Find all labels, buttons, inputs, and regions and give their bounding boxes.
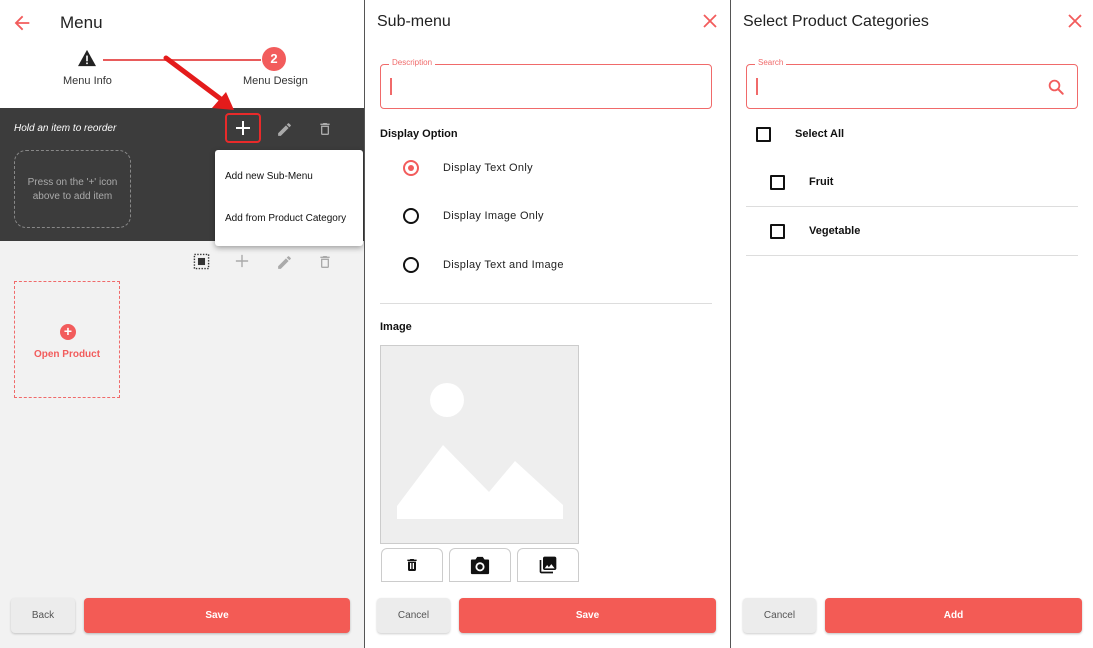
radio-selected-icon (403, 160, 419, 176)
add-button[interactable]: Add (825, 598, 1082, 633)
edit-button[interactable] (273, 118, 295, 140)
save-button[interactable]: Save (84, 598, 350, 633)
page-title: Sub-menu (377, 13, 451, 30)
close-icon[interactable] (1067, 13, 1083, 29)
search-icon[interactable] (1047, 78, 1065, 96)
step-2-badge[interactable]: 2 (262, 47, 286, 71)
checkbox-icon (756, 126, 771, 142)
pencil-icon (277, 255, 291, 269)
back-arrow-icon[interactable] (11, 12, 33, 34)
list-divider (746, 255, 1078, 256)
trash-icon (407, 559, 417, 571)
page-title: Menu (60, 13, 103, 32)
delete-image-button[interactable] (381, 548, 443, 582)
trash-icon (320, 256, 330, 268)
open-product-tile[interactable]: + Open Product (14, 281, 120, 398)
description-label: Description (389, 58, 436, 67)
category-label: Fruit (809, 176, 834, 188)
image-preview (380, 345, 579, 544)
categories-screen: Select Product Categories Search Select … (731, 0, 1093, 648)
radio-display-text-and-image[interactable]: Display Text and Image (403, 255, 564, 275)
step-label-menu-info: Menu Info (63, 75, 112, 87)
camera-icon (470, 556, 490, 575)
step-label-menu-design: Menu Design (243, 75, 308, 87)
save-button[interactable]: Save (459, 598, 716, 633)
radio-display-text-only[interactable]: Display Text Only (403, 158, 533, 178)
close-icon[interactable] (702, 13, 718, 29)
radio-label: Display Image Only (443, 210, 544, 222)
plus-icon (236, 121, 250, 135)
photo-library-icon (539, 556, 557, 574)
text-cursor (390, 78, 392, 95)
select-all-icon (193, 253, 209, 269)
open-product-label: Open Product (33, 349, 101, 360)
radio-label: Display Text Only (443, 162, 533, 174)
radio-label: Display Text and Image (443, 259, 564, 271)
annotation-arrow-icon (163, 55, 234, 110)
gallery-button[interactable] (517, 548, 579, 582)
submenu-screen: Sub-menu Description Display Option Disp… (365, 0, 729, 648)
radio-display-image-only[interactable]: Display Image Only (403, 206, 544, 226)
edit-product-button[interactable] (273, 251, 295, 273)
empty-submenu-placeholder: Press on the '+' icon above to add item (14, 150, 131, 228)
delete-button[interactable] (314, 118, 336, 140)
cancel-button[interactable]: Cancel (377, 598, 450, 633)
add-circle-icon: + (60, 324, 76, 340)
select-all-button[interactable] (191, 251, 211, 271)
description-field[interactable]: Description (380, 58, 712, 109)
radio-unselected-icon (403, 208, 419, 224)
category-label: Vegetable (809, 225, 861, 237)
image-heading: Image (380, 321, 412, 333)
list-divider (746, 206, 1078, 207)
select-all-checkbox[interactable]: Select All (756, 124, 844, 144)
camera-button[interactable] (449, 548, 511, 582)
select-all-label: Select All (795, 128, 845, 140)
category-item-vegetable[interactable]: Vegetable (770, 221, 860, 241)
reorder-hint: Hold an item to reorder (14, 123, 117, 134)
category-item-fruit[interactable]: Fruit (770, 172, 833, 192)
menu-item-add-from-category[interactable]: Add from Product Category (225, 213, 346, 224)
plus-icon (235, 254, 249, 268)
checkbox-icon (770, 174, 785, 190)
back-button[interactable]: Back (11, 598, 75, 633)
add-context-menu: Add new Sub-Menu Add from Product Catego… (215, 150, 363, 246)
text-cursor (756, 78, 758, 95)
search-input[interactable]: Search (746, 58, 1078, 109)
delete-product-button[interactable] (314, 251, 336, 273)
warning-icon[interactable] (77, 49, 97, 67)
image-placeholder-icon (397, 383, 563, 519)
cancel-button[interactable]: Cancel (743, 598, 816, 633)
section-divider (380, 303, 712, 304)
add-product-button[interactable] (232, 251, 252, 271)
pencil-icon (277, 122, 291, 136)
radio-unselected-icon (403, 257, 419, 273)
menu-item-add-sub-menu[interactable]: Add new Sub-Menu (225, 171, 313, 182)
display-option-heading: Display Option (380, 128, 458, 140)
trash-icon (320, 123, 330, 135)
search-label: Search (755, 58, 787, 67)
page-title: Select Product Categories (743, 13, 929, 30)
checkbox-icon (770, 223, 785, 239)
add-item-button[interactable] (225, 113, 261, 143)
menu-screen: Menu 2 Menu Info Menu Design Hold an ite… (0, 0, 364, 648)
